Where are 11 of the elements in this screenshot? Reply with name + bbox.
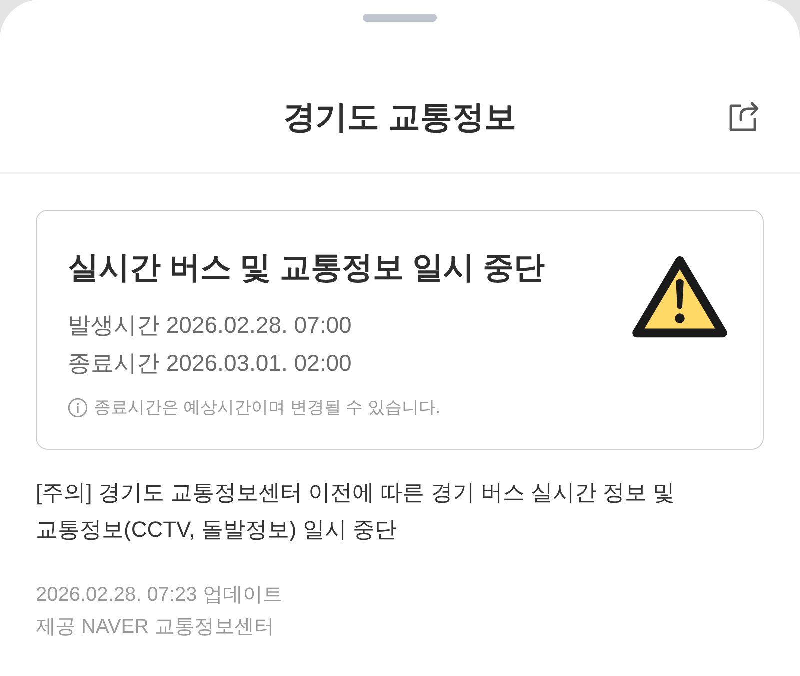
info-icon	[68, 398, 88, 418]
share-icon[interactable]	[728, 100, 760, 132]
source-text: 제공 NAVER 교통정보센터	[36, 615, 276, 640]
time-text: 종료시간 2026.03.01. 02:00	[68, 349, 353, 378]
time-text: 발생시간 2026.02.28. 07:00	[68, 311, 353, 340]
update-time: 2026.02.28. 07:23 업데이트	[36, 583, 284, 608]
sheet-title: 경기도 교통정보	[284, 98, 516, 136]
drag-handle[interactable]	[363, 14, 437, 22]
alert-title: 실시간 버스 및 교통정보 일시 중단	[68, 249, 546, 287]
notice-text: [주의] 경기도 교통정보센터 이전에 따른 경기 버스 실시간 정보 및 교통정보(CCTV, 돌발정보) 일시 중단	[36, 479, 676, 544]
note-text: 종료시간은 예상시간이며 변경될 수 있습니다.	[94, 398, 441, 418]
